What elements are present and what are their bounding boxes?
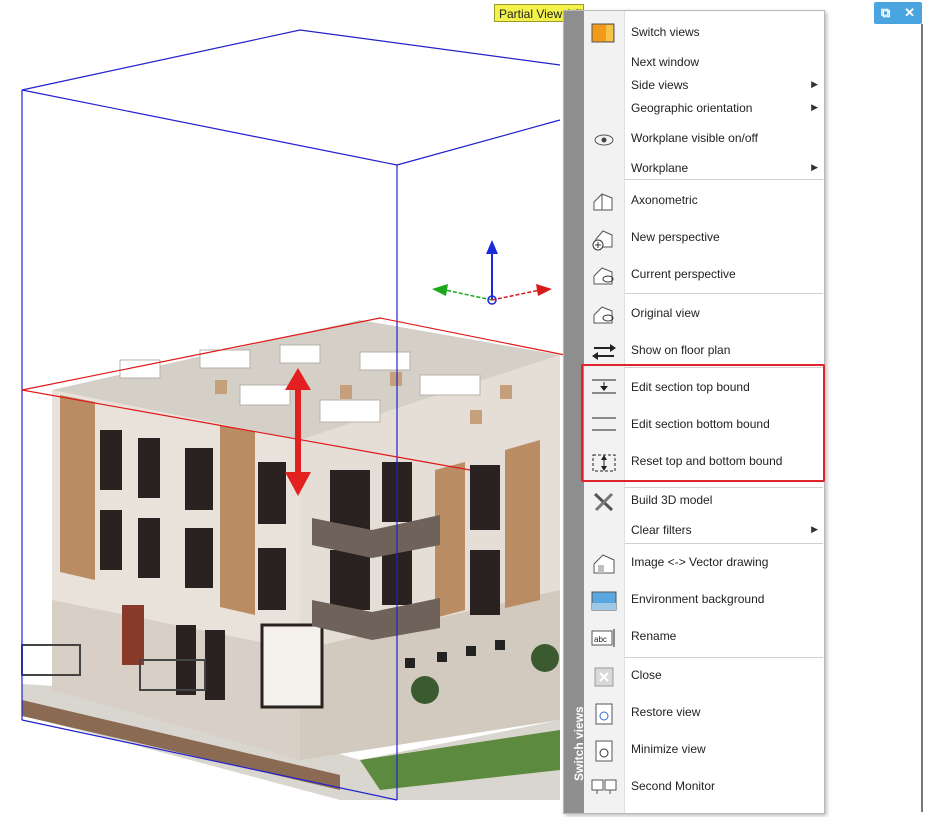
original-view-icon [590, 303, 618, 327]
menu-item-environment-background[interactable]: Environment background [584, 586, 824, 614]
submenu-arrow-icon: ▶ [811, 79, 818, 89]
minimize-view-icon [590, 739, 618, 763]
new-perspective-icon [590, 227, 618, 251]
menu-separator [625, 293, 823, 294]
menu-item-second-monitor[interactable]: Second Monitor [584, 773, 824, 801]
switch-views-icon [590, 22, 618, 46]
menu-item-workplane[interactable]: Workplane ▶ [584, 155, 824, 183]
menu-item-restore-view[interactable]: Restore view [584, 699, 824, 727]
perspective-icon [590, 264, 618, 288]
menu-item-new-perspective[interactable]: New perspective [584, 224, 824, 252]
menu-item-original-view[interactable]: Original view [584, 300, 824, 328]
submenu-arrow-icon: ▶ [811, 524, 818, 534]
eye-icon [590, 128, 618, 152]
image-vector-icon [590, 552, 618, 576]
close-icon[interactable]: ✕ [904, 5, 915, 21]
svg-text:abc: abc [594, 635, 607, 644]
close-view-icon [590, 665, 618, 689]
menu-item-axonometric[interactable]: Axonometric [584, 187, 824, 215]
rename-icon: abc [590, 626, 618, 650]
window-border [921, 24, 923, 812]
menu-item-close[interactable]: Close [584, 662, 824, 690]
environment-icon [590, 589, 618, 613]
menu-item-clear-filters[interactable]: Clear filters ▶ [584, 517, 824, 545]
menu-item-minimize-view[interactable]: Minimize view [584, 736, 824, 764]
menu-item-geographic-orientation[interactable]: Geographic orientation ▶ [584, 95, 824, 123]
menu-item-rename[interactable]: abc Rename [584, 623, 824, 651]
restore-icon[interactable]: ⧉ [881, 5, 890, 21]
menu-item-switch-views[interactable]: Switch views [584, 19, 824, 47]
menu-item-image-vector-drawing[interactable]: Image <-> Vector drawing [584, 549, 824, 577]
house-icon [590, 190, 618, 214]
menu-item-workplane-visible[interactable]: Workplane visible on/off [584, 125, 824, 153]
submenu-arrow-icon: ▶ [811, 102, 818, 112]
menu-item-current-perspective[interactable]: Current perspective [584, 261, 824, 289]
tools-icon [590, 490, 618, 514]
window-controls: ⧉ ✕ [874, 2, 922, 24]
menu-item-build-3d-model[interactable]: Build 3D model [584, 487, 824, 515]
menu-separator [625, 657, 823, 658]
swap-arrows-icon [590, 340, 618, 364]
monitor-icon [590, 776, 618, 800]
restore-view-icon [590, 702, 618, 726]
submenu-arrow-icon: ▶ [811, 162, 818, 172]
menu-item-show-on-floor-plan[interactable]: Show on floor plan [584, 337, 824, 365]
highlight-box [581, 364, 825, 482]
